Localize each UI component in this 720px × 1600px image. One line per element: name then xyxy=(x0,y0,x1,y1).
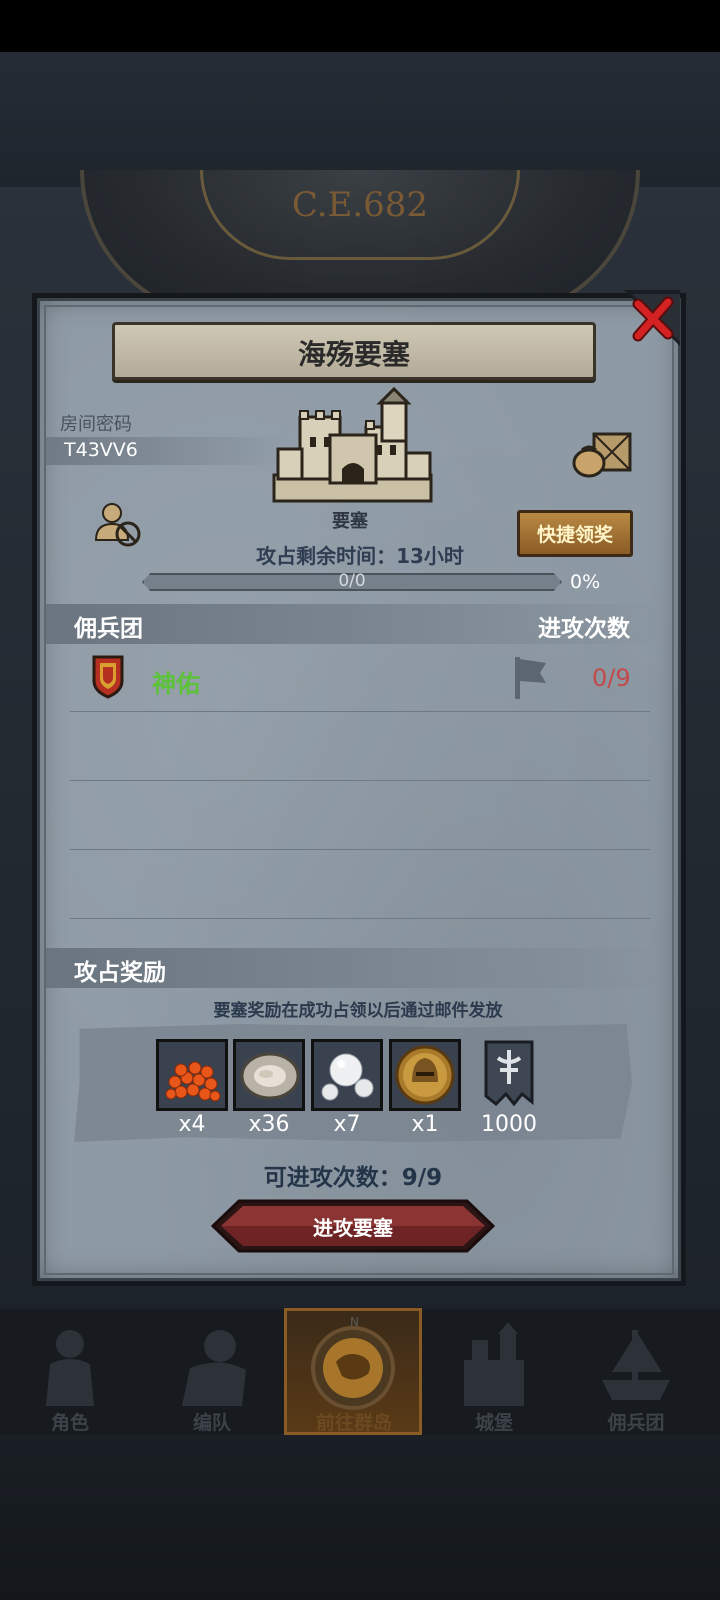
reward-qty: x1 xyxy=(411,1112,439,1137)
no-player-icon xyxy=(94,503,141,547)
castle-icon xyxy=(464,1322,524,1406)
progress-text: 0/0 xyxy=(338,571,366,591)
fish-roe-icon xyxy=(159,1042,225,1108)
time-remaining: 攻占剩余时间：13小时 xyxy=(256,544,464,568)
shield-icon xyxy=(92,655,124,699)
mercenary-section-title: 佣兵团 xyxy=(74,616,143,642)
row-divider xyxy=(70,849,650,850)
reward-qty: x36 xyxy=(248,1112,290,1137)
nav-label: 前往群岛 xyxy=(315,1412,392,1434)
reward-slot-banner[interactable] xyxy=(484,1040,534,1108)
knight-helmet-coin-icon xyxy=(392,1042,458,1108)
era-year-label: C.E.682 xyxy=(291,185,429,225)
background-bottom xyxy=(0,1435,720,1600)
mercenary-attack-count: 0/9 xyxy=(592,664,631,692)
nav-label: 城堡 xyxy=(474,1412,513,1434)
svg-text:N: N xyxy=(350,1315,359,1329)
attacks-column-header: 进攻次数 xyxy=(538,616,630,642)
reward-section-title: 攻占奖励 xyxy=(74,960,166,986)
progress-percent: 0% xyxy=(570,571,601,593)
reward-slot-pearl[interactable] xyxy=(311,1039,383,1111)
dialog-title: 海殇要塞 xyxy=(297,338,410,371)
attack-button-label[interactable]: 进攻要塞 xyxy=(211,1212,495,1241)
fortress-icon xyxy=(272,387,433,503)
reward-slot-fish-roe[interactable] xyxy=(156,1039,228,1111)
fortress-label: 要塞 xyxy=(332,511,368,532)
close-button[interactable] xyxy=(624,290,680,346)
ship-icon xyxy=(602,1330,670,1400)
pearl-icon xyxy=(314,1042,380,1108)
status-bar xyxy=(0,0,720,52)
quick-claim-button[interactable]: 快捷领奖 xyxy=(517,510,633,557)
row-divider xyxy=(70,711,650,712)
reward-slot-oyster[interactable] xyxy=(233,1039,305,1111)
nav-label: 角色 xyxy=(50,1412,89,1434)
knight-icon xyxy=(46,1330,94,1406)
row-divider xyxy=(70,918,650,919)
supply-bag-crate-icon[interactable] xyxy=(572,430,634,478)
mercenary-name[interactable]: 神佑 xyxy=(152,664,200,699)
reward-note: 要塞奖励在成功占领以后通过邮件发放 xyxy=(213,1001,503,1021)
attacks-remaining: 可进攻次数：9/9 xyxy=(263,1165,443,1191)
reward-slot-knight-coin[interactable] xyxy=(389,1039,461,1111)
room-code-value[interactable]: T43VV6 xyxy=(64,439,138,461)
row-divider xyxy=(70,780,650,781)
team-icon xyxy=(182,1330,246,1406)
oyster-icon xyxy=(236,1042,302,1108)
nav-label: 编队 xyxy=(192,1412,231,1434)
room-code-label: 房间密码 xyxy=(60,414,132,435)
nav-label: 佣兵团 xyxy=(607,1412,665,1434)
reward-qty: 1000 xyxy=(481,1112,537,1137)
flag-icon xyxy=(515,657,546,699)
reward-qty: x7 xyxy=(333,1112,361,1137)
background-top xyxy=(0,52,720,187)
guild-banner-icon xyxy=(484,1040,534,1107)
compass-map-icon: N xyxy=(311,1315,395,1410)
